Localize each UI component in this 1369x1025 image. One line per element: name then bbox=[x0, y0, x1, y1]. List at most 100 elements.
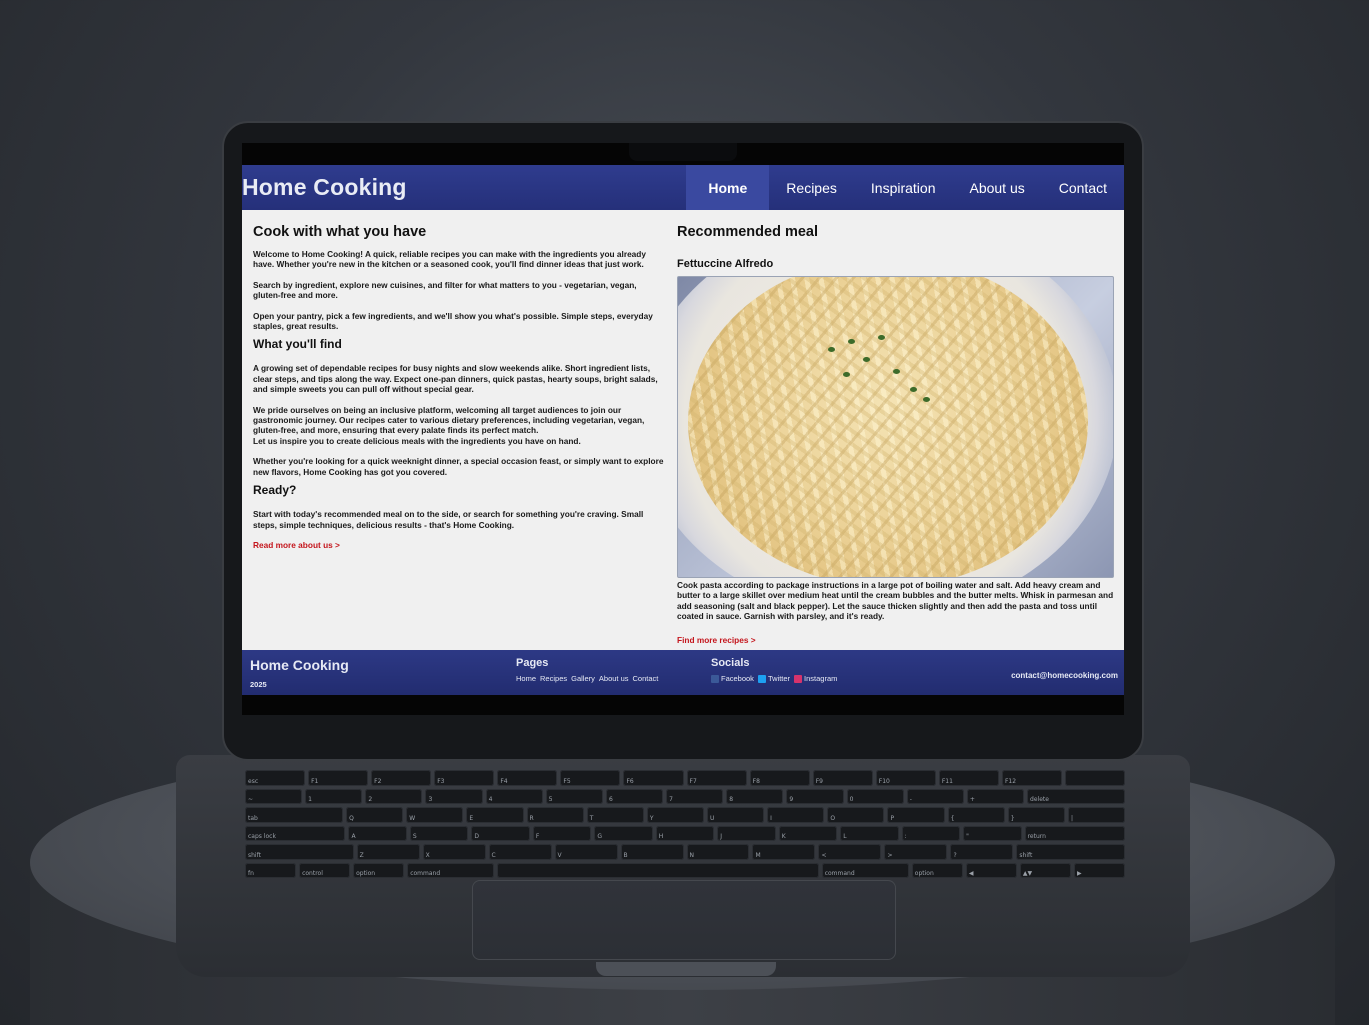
footer-link-about-us[interactable]: About us bbox=[599, 674, 629, 683]
keyboard-key[interactable]: > bbox=[884, 844, 948, 860]
keyboard-key[interactable]: } bbox=[1007, 807, 1065, 823]
keyboard-key[interactable]: fn bbox=[245, 862, 297, 878]
meal-photo[interactable] bbox=[677, 276, 1114, 578]
footer-link-contact[interactable]: Contact bbox=[633, 674, 659, 683]
keyboard-key[interactable]: 5 bbox=[545, 788, 603, 804]
footer-link-gallery[interactable]: Gallery bbox=[571, 674, 595, 683]
keyboard-key[interactable]: ? bbox=[950, 844, 1014, 860]
keyboard-key[interactable]: command bbox=[821, 862, 909, 878]
keyboard-key[interactable]: S bbox=[409, 825, 469, 841]
keyboard-key[interactable]: F10 bbox=[875, 770, 936, 786]
keyboard-key[interactable]: F6 bbox=[623, 770, 684, 786]
keyboard-key[interactable]: U bbox=[707, 807, 765, 823]
keyboard-key[interactable]: ▲▼ bbox=[1019, 862, 1071, 878]
keyboard-key[interactable]: H bbox=[655, 825, 715, 841]
keyboard-key[interactable]: L bbox=[840, 825, 899, 841]
keyboard-key[interactable] bbox=[497, 862, 819, 878]
nav-inspiration[interactable]: Inspiration bbox=[854, 165, 953, 210]
keyboard-key[interactable]: J bbox=[717, 825, 776, 841]
pasta bbox=[688, 277, 1088, 577]
instagram-link[interactable]: Instagram bbox=[794, 674, 837, 684]
nav-recipes[interactable]: Recipes bbox=[769, 165, 854, 210]
keyboard-key[interactable]: F7 bbox=[686, 770, 747, 786]
keyboard-key[interactable]: option bbox=[353, 862, 405, 878]
keyboard-key[interactable]: ▶ bbox=[1073, 862, 1126, 878]
trackpad[interactable] bbox=[472, 880, 896, 960]
keyboard-key[interactable]: F11 bbox=[938, 770, 999, 786]
keyboard-key[interactable]: I bbox=[767, 807, 825, 823]
keyboard-key[interactable]: < bbox=[818, 844, 882, 860]
keyboard-key[interactable]: K bbox=[778, 825, 838, 841]
keyboard-key[interactable]: F1 bbox=[308, 770, 369, 786]
keyboard-key[interactable]: W bbox=[406, 807, 464, 823]
keyboard-key[interactable] bbox=[1065, 770, 1126, 786]
keyboard-key[interactable]: 2 bbox=[365, 788, 423, 804]
keyboard-key[interactable]: tab bbox=[245, 807, 344, 823]
keyboard-key[interactable]: B bbox=[620, 844, 684, 860]
keyboard-key[interactable]: delete bbox=[1027, 788, 1126, 804]
keyboard-key[interactable]: 9 bbox=[786, 788, 844, 804]
keyboard-key[interactable]: 4 bbox=[485, 788, 543, 804]
facebook-link[interactable]: Facebook bbox=[711, 674, 754, 684]
find-more-recipes-link[interactable]: Find more recipes > bbox=[677, 635, 756, 645]
keyboard-key[interactable]: 1 bbox=[305, 788, 363, 804]
keyboard-key[interactable]: X bbox=[422, 844, 486, 860]
keyboard-key[interactable]: F5 bbox=[560, 770, 621, 786]
keyboard-key[interactable]: { bbox=[947, 807, 1005, 823]
keyboard-key[interactable]: P bbox=[887, 807, 945, 823]
keyboard-key[interactable]: return bbox=[1024, 825, 1126, 841]
keyboard-key[interactable]: R bbox=[526, 807, 584, 823]
footer-email[interactable]: contact@homecooking.com bbox=[1011, 671, 1118, 680]
keyboard-key[interactable]: V bbox=[554, 844, 618, 860]
keyboard-key[interactable]: Z bbox=[356, 844, 420, 860]
keyboard-key[interactable]: 0 bbox=[846, 788, 904, 804]
keyboard-key[interactable]: F8 bbox=[749, 770, 810, 786]
keyboard-key[interactable]: option bbox=[911, 862, 963, 878]
twitter-label: Twitter bbox=[767, 674, 791, 683]
keyboard-key[interactable]: F bbox=[532, 825, 592, 841]
keyboard-key[interactable]: ◀ bbox=[965, 862, 1017, 878]
keyboard-key[interactable]: E bbox=[466, 807, 524, 823]
nav-home[interactable]: Home bbox=[686, 165, 770, 210]
keyboard-key[interactable]: N bbox=[686, 844, 750, 860]
read-more-link[interactable]: Read more about us > bbox=[253, 540, 340, 550]
twitter-link[interactable]: Twitter bbox=[757, 674, 791, 684]
recommended-column: Recommended meal Fettuccine Alfredo Cook… bbox=[677, 210, 1124, 650]
footer-link-home[interactable]: Home bbox=[516, 674, 536, 683]
keyboard-key[interactable]: 6 bbox=[605, 788, 664, 804]
keyboard-key[interactable]: | bbox=[1067, 807, 1126, 823]
keyboard-key[interactable]: Q bbox=[346, 807, 404, 823]
keyboard-key[interactable]: + bbox=[966, 788, 1025, 804]
keyboard-key[interactable]: F12 bbox=[1001, 770, 1063, 786]
keyboard-key[interactable]: 3 bbox=[425, 788, 483, 804]
keyboard-key[interactable]: shift bbox=[1016, 844, 1125, 860]
keyboard-key[interactable]: F4 bbox=[497, 770, 558, 786]
site-brand[interactable]: Home Cooking bbox=[242, 174, 407, 201]
keyboard-key[interactable]: : bbox=[901, 825, 961, 841]
keyboard-key[interactable]: command bbox=[407, 862, 495, 878]
nav-about-us[interactable]: About us bbox=[952, 165, 1041, 210]
keyboard-key[interactable]: control bbox=[299, 862, 351, 878]
keyboard-key[interactable]: F2 bbox=[371, 770, 432, 786]
keyboard-key[interactable]: esc bbox=[245, 770, 306, 786]
keyboard-key[interactable]: caps lock bbox=[245, 825, 346, 841]
keyboard-key[interactable]: A bbox=[348, 825, 407, 841]
keyboard-key[interactable]: D bbox=[471, 825, 530, 841]
keyboard-key[interactable]: F9 bbox=[812, 770, 873, 786]
footer-link-recipes[interactable]: Recipes bbox=[540, 674, 567, 683]
keyboard-key[interactable]: 8 bbox=[726, 788, 784, 804]
keyboard-key[interactable]: Y bbox=[646, 807, 704, 823]
keyboard-key[interactable]: T bbox=[586, 807, 644, 823]
keyboard-key[interactable]: 7 bbox=[666, 788, 724, 804]
keyboard-key[interactable]: M bbox=[752, 844, 816, 860]
keyboard-key[interactable]: O bbox=[827, 807, 885, 823]
nav-contact[interactable]: Contact bbox=[1042, 165, 1124, 210]
keyboard-key[interactable]: - bbox=[906, 788, 964, 804]
keyboard-key[interactable]: shift bbox=[245, 844, 354, 860]
keyboard-key[interactable]: " bbox=[963, 825, 1022, 841]
keyboard-key[interactable]: F3 bbox=[434, 770, 495, 786]
footer-brand[interactable]: Home Cooking bbox=[250, 657, 349, 673]
keyboard-key[interactable]: C bbox=[488, 844, 552, 860]
keyboard-key[interactable]: ~ bbox=[245, 788, 303, 804]
keyboard-key[interactable]: G bbox=[594, 825, 653, 841]
